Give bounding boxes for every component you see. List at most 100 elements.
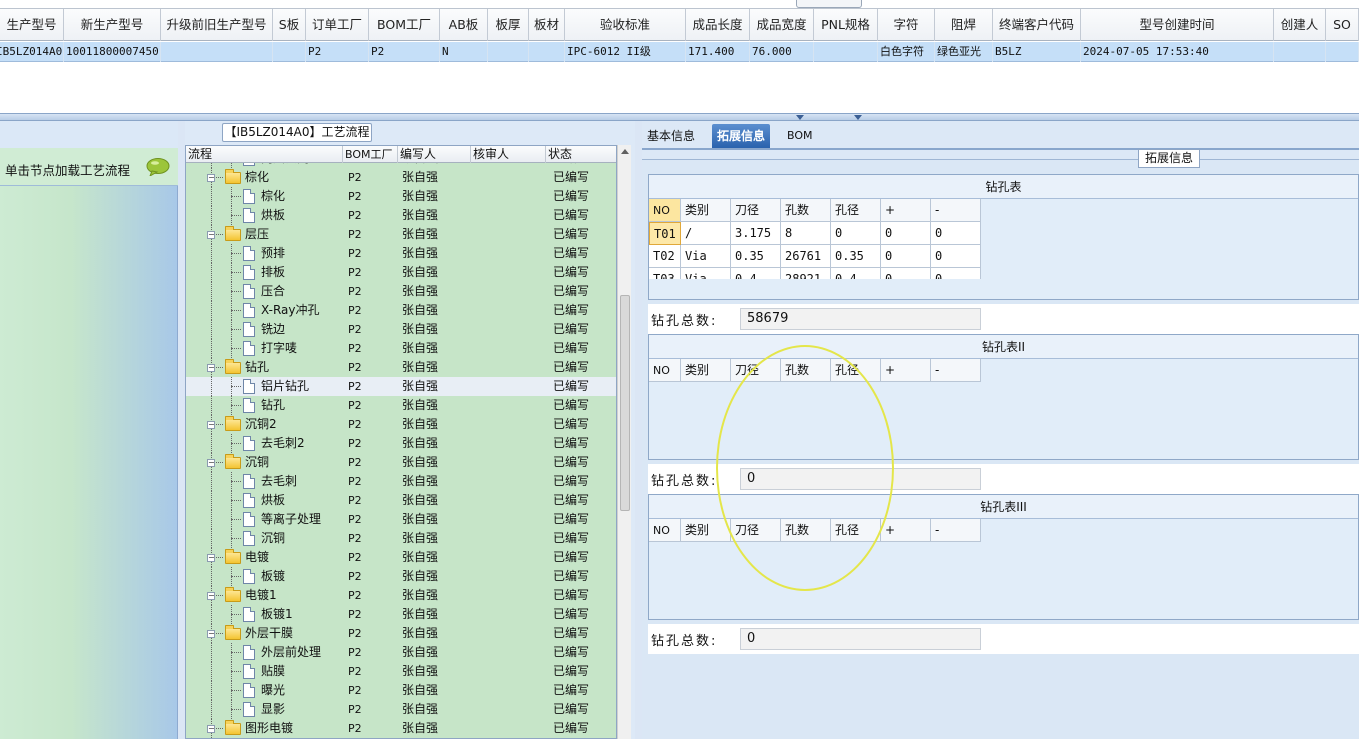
product-grid-row[interactable]: IB5LZ014A0 10011800007450 P2 P2 N IPC-6012 II…	[0, 42, 1359, 62]
process-tree-row[interactable]: − 外层干膜 P2 张自强 已编写	[186, 624, 616, 643]
drill-grid[interactable]: NO 类别 刀径 孔数 孔径 + -	[649, 359, 981, 437]
drill-column-header[interactable]: +	[881, 199, 931, 222]
product-grid-cell[interactable]	[273, 42, 306, 62]
process-column-header[interactable]: 流程	[186, 146, 343, 163]
process-tree-row[interactable]: − 电镀1 P2 张自强 已编写	[186, 586, 616, 605]
drill-column-header[interactable]: 孔数	[781, 199, 831, 222]
product-grid-column-header[interactable]: SO	[1326, 9, 1359, 41]
product-grid-column-header[interactable]: 板厚	[488, 9, 529, 41]
drill-column-header[interactable]: 孔数	[781, 359, 831, 382]
collapse-icon[interactable]: −	[207, 592, 215, 600]
process-tree-row[interactable]: 外层前处理 P2 张自强 已编写	[186, 643, 616, 662]
product-grid-cell[interactable]	[1274, 42, 1326, 62]
product-grid-cell[interactable]: 10011800007450	[64, 42, 161, 62]
right-splitter[interactable]	[635, 121, 642, 739]
process-tree-row[interactable]: 压合 P2 张自强 已编写	[186, 282, 616, 301]
scroll-thumb[interactable]	[620, 295, 630, 511]
process-tree-row[interactable]: 铝片钻孔 P2 张自强 已编写	[186, 377, 616, 396]
product-grid-column-header[interactable]: 验收标准	[565, 9, 686, 41]
product-grid-cell[interactable]	[814, 42, 878, 62]
process-column-header[interactable]: 核审人	[471, 146, 546, 163]
product-grid-cell[interactable]: IPC-6012 II级	[565, 42, 686, 62]
drill-column-header[interactable]: NO	[649, 199, 681, 222]
product-grid-cell[interactable]	[161, 42, 273, 62]
drill-column-header[interactable]: 类别	[681, 519, 731, 542]
product-grid-column-header[interactable]: 阻焊	[935, 9, 993, 41]
collapse-icon[interactable]: −	[207, 231, 215, 239]
left-splitter[interactable]	[178, 121, 185, 739]
collapse-down-icon[interactable]	[854, 115, 862, 120]
product-grid-column-header[interactable]: 升级前旧生产型号	[161, 9, 273, 41]
process-tree-row[interactable]: 铣边 P2 张自强 已编写	[186, 320, 616, 339]
collapse-icon[interactable]: −	[207, 421, 215, 429]
process-tree-row[interactable]: X-Ray冲孔 P2 张自强 已编写	[186, 301, 616, 320]
drill-cell[interactable]: 0.35	[731, 245, 781, 268]
process-tree-row[interactable]: − 电镀 P2 张自强 已编写	[186, 548, 616, 567]
drill-cell[interactable]: 0.35	[831, 245, 881, 268]
product-grid-column-header[interactable]: S板	[273, 9, 306, 41]
drill-column-header[interactable]: 孔数	[781, 519, 831, 542]
drill-cell[interactable]: 0.4	[831, 268, 881, 279]
top-panel-tab[interactable]	[796, 0, 862, 8]
product-grid-cell[interactable]: B5LZ	[993, 42, 1081, 62]
product-grid-column-header[interactable]: 字符	[878, 9, 935, 41]
scroll-up-icon[interactable]	[621, 149, 629, 154]
drill-cell[interactable]: 0.4	[731, 268, 781, 279]
process-tree-row[interactable]: 预排 P2 张自强 已编写	[186, 244, 616, 263]
tab-extended-info[interactable]: 拓展信息	[712, 124, 771, 148]
product-grid-column-header[interactable]: BOM工厂	[369, 9, 440, 41]
drill-column-header[interactable]: -	[931, 199, 981, 222]
drill-cell[interactable]: T01	[649, 222, 681, 245]
drill-cell[interactable]: Via	[681, 268, 731, 279]
tab-basic-info[interactable]: 基本信息	[642, 124, 700, 148]
product-grid-cell[interactable]: 76.000	[750, 42, 814, 62]
process-tree-row[interactable]: 贴膜 P2 张自强 已编写	[186, 662, 616, 681]
drill-column-header[interactable]: +	[881, 359, 931, 382]
drill-cell[interactable]: 0	[931, 245, 981, 268]
product-grid-column-header[interactable]: 新生产型号	[64, 9, 161, 41]
product-grid-cell[interactable]: 171.400	[686, 42, 750, 62]
drill-total-field[interactable]: 58679	[740, 308, 981, 330]
drill-cell[interactable]: 0	[881, 245, 931, 268]
product-grid-column-header[interactable]: 型号创建时间	[1081, 9, 1274, 41]
collapse-icon[interactable]: −	[207, 554, 215, 562]
process-tree-row[interactable]: 板镀1 P2 张自强 已编写	[186, 605, 616, 624]
product-grid-cell[interactable]: P2	[306, 42, 369, 62]
drill-column-header[interactable]: 孔径	[831, 359, 881, 382]
product-grid-cell[interactable]: 2024-07-05 17:53:40	[1081, 42, 1274, 62]
drill-cell[interactable]: 3.175	[731, 222, 781, 245]
tab-bom[interactable]: BOM	[782, 124, 818, 148]
drill-cell[interactable]: 0	[831, 222, 881, 245]
drill-row[interactable]: T02 Via 0.35 26761 0.35 0 0	[649, 245, 981, 268]
drill-column-header[interactable]: -	[931, 519, 981, 542]
drill-column-header[interactable]: -	[931, 359, 981, 382]
drill-cell[interactable]: 0	[931, 268, 981, 279]
process-tree-row[interactable]: − 图形电镀 P2 张自强 已编写	[186, 719, 616, 738]
process-tree-row[interactable]: 烘板 P2 张自强 已编写	[186, 206, 616, 225]
drill-column-header[interactable]: 刀径	[731, 519, 781, 542]
process-tree-row[interactable]: − 沉铜 P2 张自强 已编写	[186, 453, 616, 472]
product-grid-cell[interactable]	[1326, 42, 1359, 62]
product-grid-cell[interactable]	[529, 42, 565, 62]
drill-cell[interactable]: Via	[681, 245, 731, 268]
product-grid-cell[interactable]: 白色字符	[878, 42, 935, 62]
process-tree-row[interactable]: 板镀 P2 张自强 已编写	[186, 567, 616, 586]
process-tree-row[interactable]: 烘板 P2 张自强 已编写	[186, 491, 616, 510]
process-tree-row[interactable]: 钻孔 P2 张自强 已编写	[186, 396, 616, 415]
process-tree-row[interactable]: 排板 P2 张自强 已编写	[186, 263, 616, 282]
collapse-icon[interactable]: −	[207, 174, 215, 182]
process-tree-row[interactable]: − 棕化 P2 张自强 已编写	[186, 168, 616, 187]
product-grid-column-header[interactable]: 订单工厂	[306, 9, 369, 41]
collapse-icon[interactable]: −	[207, 364, 215, 372]
horizontal-splitter[interactable]	[0, 113, 1359, 121]
product-grid-cell[interactable]: 绿色亚光	[935, 42, 993, 62]
product-grid-cell[interactable]: IB5LZ014A0	[0, 42, 64, 62]
product-grid-column-header[interactable]: 终端客户代码	[993, 9, 1081, 41]
process-tree-row[interactable]: 等离子处理 P2 张自强 已编写	[186, 510, 616, 529]
drill-row[interactable]: T03 Via 0.4 28921 0.4 0 0	[649, 268, 981, 279]
process-tree-row[interactable]: − 钻孔 P2 张自强 已编写	[186, 358, 616, 377]
process-tree-row[interactable]: − 层压 P2 张自强 已编写	[186, 225, 616, 244]
collapse-down-icon[interactable]	[796, 115, 804, 120]
product-grid-cell[interactable]	[488, 42, 529, 62]
process-tree-row[interactable]: 显影 P2 张自强 已编写	[186, 700, 616, 719]
